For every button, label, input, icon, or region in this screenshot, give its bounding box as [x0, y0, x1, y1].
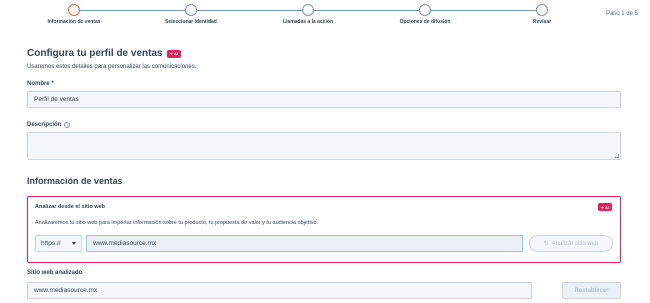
step-circle	[419, 4, 431, 16]
resize-handle-icon[interactable]	[615, 154, 619, 158]
step-circle	[536, 4, 548, 16]
step-label: Seleccionar identidad	[165, 19, 217, 25]
step-circle	[185, 4, 197, 16]
analyzed-website-input[interactable]: www.mediasource.mx	[27, 282, 532, 299]
ai-badge-label: AI	[605, 204, 609, 210]
step-call-to-action[interactable]: Llamadas a la acción	[248, 4, 368, 25]
profile-title-text: Configura tu perfil de ventas	[27, 48, 163, 59]
ai-badge: ✦ AI	[166, 49, 181, 58]
profile-title: Configura tu perfil de ventas ✦ AI	[27, 48, 181, 59]
step-counter: Paso 1 de 5	[605, 11, 638, 17]
profile-subtitle: Usaremos estos detalles para personaliza…	[27, 64, 197, 70]
refresh-icon: ↻	[543, 241, 549, 247]
analyze-website-panel: Analizar desde el sitio web ✦ AI Analiza…	[27, 196, 621, 263]
ai-badge: ✦ AI	[597, 203, 612, 211]
description-textarea[interactable]	[27, 132, 621, 160]
analyze-website-button[interactable]: ↻ Analizar sitio web	[529, 235, 613, 252]
description-label-text: Descripción	[27, 122, 62, 128]
step-label: Llamadas a la acción	[282, 19, 334, 25]
step-select-identity[interactable]: Seleccionar identidad	[131, 4, 251, 25]
sparkle-icon: ✦	[169, 51, 173, 56]
analyzed-website-label: Sitio web analizado	[27, 270, 83, 276]
ai-badge-label: AI	[173, 51, 178, 56]
step-broadcast-options[interactable]: Opciones de difusión	[365, 4, 485, 25]
step-label: Opciones de difusión	[399, 19, 451, 25]
sparkle-icon: ✦	[600, 204, 604, 210]
step-circle-active	[68, 4, 80, 16]
website-url-value: www.mediasource.mx	[93, 240, 157, 247]
progress-stepper: Información de ventas Seleccionar identi…	[0, 0, 650, 30]
name-input-value: Perfil de ventas	[34, 96, 79, 103]
protocol-select[interactable]: https://	[35, 235, 82, 252]
name-input[interactable]: Perfil de ventas	[27, 91, 621, 108]
info-icon[interactable]: i	[64, 122, 71, 128]
sales-info-title: Información de ventas	[27, 176, 123, 186]
analyze-button-label: Analizar sitio web	[551, 240, 599, 247]
analyze-title: Analizar desde el sitio web	[35, 204, 105, 210]
step-review[interactable]: Revisar	[482, 4, 602, 25]
reset-button[interactable]: Restablecer	[562, 282, 621, 299]
name-label: Nombre *	[27, 81, 54, 87]
protocol-value: https://	[41, 240, 61, 247]
step-circle	[302, 4, 314, 16]
analyzed-website-value: www.mediasource.mx	[34, 287, 98, 294]
step-label: Información de ventas	[47, 19, 101, 25]
caret-down-icon	[72, 242, 76, 245]
step-label: Revisar	[532, 19, 552, 25]
analyze-description: Analizaremos tu sitio web para importar …	[35, 220, 319, 226]
website-url-input[interactable]: www.mediasource.mx	[86, 235, 523, 252]
description-label: Descripción i	[27, 122, 71, 128]
step-sales-info[interactable]: Información de ventas	[14, 4, 134, 25]
